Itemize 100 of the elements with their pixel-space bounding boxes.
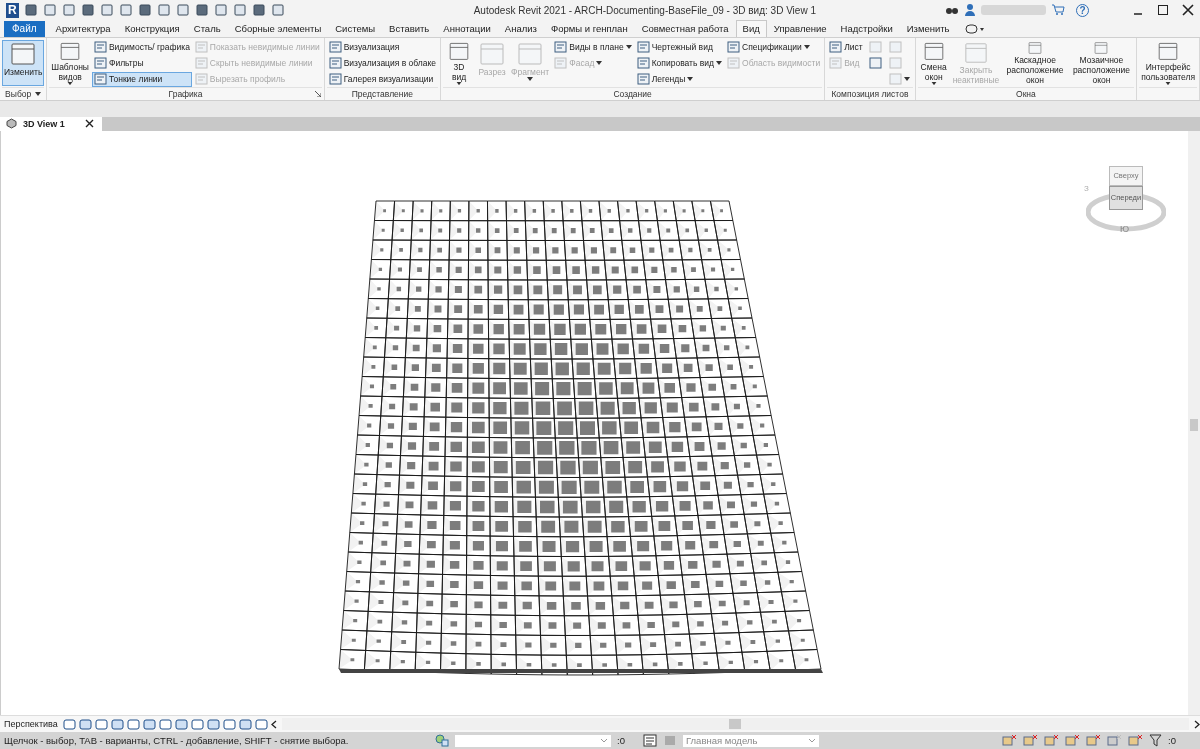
toolbar-icon[interactable] (175, 3, 190, 18)
ribbon-button[interactable]: Лист (827, 39, 865, 55)
view-control-icon[interactable] (174, 718, 188, 730)
toolbar-icon[interactable] (213, 3, 228, 18)
ribbon-button[interactable]: Видимость/ графика (91, 39, 192, 55)
ribbon-button[interactable]: Галерея визуализации (326, 71, 439, 87)
properties-icon[interactable] (642, 734, 657, 748)
ribbon-tab[interactable]: Аннотации (436, 19, 498, 37)
toolbar-icon[interactable] (137, 3, 152, 18)
view-control-icon[interactable] (222, 718, 236, 730)
launcher-icon[interactable] (314, 90, 321, 97)
list-icon (554, 41, 568, 54)
caret-icon (67, 81, 74, 85)
ribbon-tab[interactable]: Сталь (186, 19, 228, 37)
toolbar-icon[interactable] (251, 3, 266, 18)
user-icon[interactable] (964, 3, 976, 18)
toolbar-icon[interactable] (270, 3, 285, 18)
filter-count: :0 (1168, 735, 1176, 747)
ribbon-tab[interactable]: Конструкция (117, 19, 187, 37)
vertical-scrollbar[interactable] (1188, 131, 1200, 716)
ribbon-button[interactable]: Визуализация (326, 39, 439, 55)
ribbon-button[interactable]: Шаблоны видов (49, 39, 91, 86)
chevron-left-icon[interactable] (270, 719, 277, 729)
ribbon-button[interactable]: Визуализация в облаке (326, 55, 439, 71)
ribbon-tab[interactable]: Вставить (382, 19, 437, 37)
ribbon-tab[interactable]: Архитектура (48, 19, 118, 37)
caret-icon (596, 61, 603, 66)
view-mode-label[interactable]: Перспектива (4, 719, 58, 730)
view-control-icon[interactable] (110, 718, 124, 730)
list-icon (829, 41, 843, 54)
ribbon-button[interactable]: Чертежный вид (634, 39, 724, 55)
app-logo[interactable]: R (6, 2, 19, 18)
ribbon-button[interactable]: Копировать вид (634, 55, 724, 71)
editing-icon (662, 734, 677, 748)
view-control-icon[interactable] (142, 718, 156, 730)
ribbon-button[interactable]: 3D вид (443, 39, 476, 86)
toolbar-icon[interactable] (61, 3, 76, 18)
ribbon-tab[interactable]: Надстройки (833, 19, 900, 37)
ribbon-tab[interactable]: Сборные элементы (227, 19, 329, 37)
caret-icon[interactable] (35, 91, 42, 96)
window-icon (478, 40, 507, 67)
toolbar-icon[interactable] (156, 3, 171, 18)
panel-title[interactable]: Выбор (5, 88, 32, 99)
design-option-dropdown[interactable]: Главная модель (682, 734, 819, 747)
view-control-icon[interactable] (78, 718, 92, 730)
window-icon (9, 40, 38, 67)
selection-option-icon[interactable] (1065, 734, 1081, 748)
ribbon-tab[interactable]: Совместная работа (634, 19, 736, 37)
maximize-icon[interactable] (1157, 4, 1169, 17)
ribbon-tab[interactable]: Формы и генплан (543, 19, 635, 37)
ribbon-button[interactable]: Изменить (2, 39, 45, 86)
view-control-icon[interactable] (190, 718, 204, 730)
ribbon-button[interactable]: Интерфейс пользователя (1139, 39, 1197, 86)
toolbar-icon[interactable] (23, 3, 38, 18)
list-icon (636, 57, 650, 70)
list-icon (636, 41, 650, 54)
ribbon-button[interactable]: Спецификации (725, 39, 823, 55)
toolbar-icon[interactable] (194, 3, 209, 18)
ribbon-button[interactable]: Фильтры (91, 55, 192, 71)
ribbon-tab[interactable]: Изменить (899, 19, 957, 37)
close-icon[interactable] (1182, 4, 1194, 17)
view-control-icon[interactable] (62, 718, 76, 730)
toolbar-icon[interactable] (42, 3, 57, 18)
ribbon-button[interactable]: Легенды (634, 71, 724, 87)
workset-icon[interactable] (435, 734, 449, 748)
toolbar-icon[interactable] (118, 3, 133, 18)
view-control-icon[interactable] (158, 718, 172, 730)
ribbon-tab[interactable]: Управление (766, 19, 834, 37)
cube-icon (6, 118, 17, 130)
selection-option-icon[interactable] (1128, 734, 1144, 748)
view-control-icon[interactable] (94, 718, 108, 730)
toolbar-icon[interactable] (99, 3, 114, 18)
window-icon (516, 40, 545, 67)
close-icon[interactable] (84, 119, 94, 129)
square-icon (888, 41, 902, 54)
selection-option-icon[interactable] (1023, 734, 1039, 748)
selection-option-icon[interactable] (1044, 734, 1060, 748)
ribbon-button[interactable]: Тонкие линии (91, 71, 192, 87)
panel-title: Композиция листов (831, 88, 909, 99)
view-control-icon[interactable] (126, 718, 140, 730)
chevron-right-icon[interactable] (1194, 719, 1200, 729)
view-control-icon[interactable] (254, 718, 268, 730)
ribbon-button[interactable]: Мозаичное расположение окон (1068, 39, 1135, 86)
ribbon-button[interactable]: Каскадное расположение окон (1002, 39, 1068, 86)
panel-toggle-icon[interactable] (964, 23, 985, 34)
window-title: Autodesk Revit 2021 - ARCH-Documenting-BaseFile_09 - 3D вид: 3D View 1 (472, 4, 817, 16)
view-control-icon[interactable] (206, 718, 220, 730)
selection-option-icon[interactable] (1002, 734, 1018, 748)
toolbar-icon[interactable] (232, 3, 247, 18)
ribbon-button[interactable]: Виды в плане (552, 39, 634, 55)
caret-icon (687, 77, 694, 82)
ribbon-tab[interactable]: Анализ (497, 19, 544, 37)
filter-icon[interactable] (1149, 734, 1163, 748)
selection-option-icon[interactable] (1086, 734, 1102, 748)
cart-icon[interactable] (1051, 4, 1065, 17)
ribbon-button[interactable]: Смена окон (917, 39, 950, 86)
toolbar-icon[interactable] (80, 3, 95, 18)
ribbon-tab[interactable]: Системы (328, 19, 383, 37)
view-control-icon[interactable] (238, 718, 252, 730)
horizontal-scrollbar[interactable] (281, 718, 1189, 731)
